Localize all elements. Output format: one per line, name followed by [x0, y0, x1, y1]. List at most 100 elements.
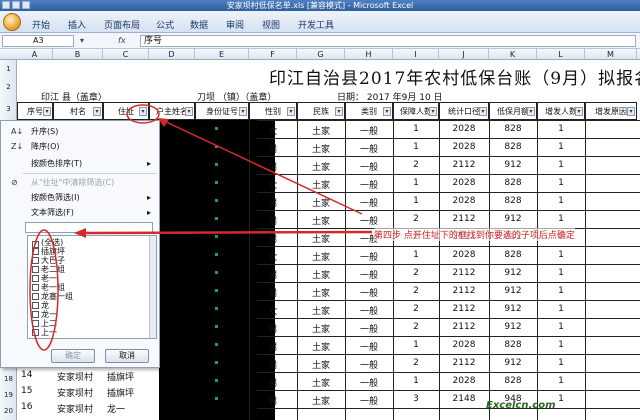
filter-list-item[interactable]: 插旗坪 — [32, 247, 65, 256]
cell-amt: 912 — [504, 214, 522, 224]
column-header[interactable]: B — [53, 49, 103, 60]
column-header[interactable]: A — [17, 49, 53, 60]
column-header[interactable]: J — [439, 49, 489, 60]
ok-button[interactable]: 确定 — [51, 349, 95, 363]
error-indicator-icon — [215, 379, 218, 382]
filter-dropdown-icon[interactable]: ▾ — [429, 107, 437, 116]
row-header[interactable]: 19 — [0, 391, 17, 399]
menu-filter-by-color[interactable]: 按颜色筛选(I) ▸ — [5, 191, 155, 204]
cell-nation: 土家 — [311, 271, 330, 281]
checkbox-icon[interactable] — [32, 293, 39, 300]
tab-developer[interactable]: 开发工具 — [298, 18, 334, 31]
cell-extra: 1 — [558, 196, 564, 206]
tab-insert[interactable]: 插入 — [68, 18, 86, 31]
cell-amt: 828 — [504, 124, 522, 134]
checkbox-icon[interactable] — [32, 248, 39, 255]
cell-addr: 龙一 — [107, 405, 126, 415]
row-header[interactable]: 20 — [0, 407, 17, 415]
row-header[interactable]: 2 — [0, 83, 17, 91]
cell-amt: 828 — [504, 142, 522, 152]
tab-formulas[interactable]: 公式 — [156, 18, 174, 31]
filter-list-item[interactable]: 老二组 — [32, 265, 65, 274]
filter-list-item[interactable]: 大巴子 — [32, 256, 65, 265]
tab-page-layout[interactable]: 页面布局 — [104, 18, 140, 31]
tab-data[interactable]: 数据 — [190, 18, 208, 31]
filter-dropdown-icon[interactable]: ▾ — [43, 107, 51, 116]
header-cell: 增发人数 ▾ — [537, 102, 585, 120]
header-label: 身份证号 — [206, 107, 238, 116]
cell-amt: 828 — [504, 376, 522, 386]
tab-view[interactable]: 视图 — [262, 18, 280, 31]
cell-num: 2 — [413, 160, 419, 170]
tab-home[interactable]: 开始 — [32, 18, 50, 31]
column-header[interactable]: G — [297, 49, 345, 60]
filter-value-list[interactable]: ✓ (全选) 插旗坪 大巴子 老二组 老一 老一组 龙塞一组龙龙一 上二 上一 — [27, 235, 157, 339]
cell-num: 3 — [413, 394, 419, 404]
filter-dropdown-icon[interactable]: ▾ — [93, 107, 101, 116]
filter-dropdown-icon[interactable]: ▾ — [527, 107, 535, 116]
filter-dropdown-icon[interactable]: ▾ — [627, 107, 635, 116]
row-header[interactable]: 18 — [0, 375, 17, 383]
column-header[interactable]: M — [585, 49, 637, 60]
dropdown-arrow-icon[interactable]: ▾ — [80, 36, 84, 45]
submenu-arrow-icon: ▸ — [146, 193, 151, 202]
filter-dropdown-icon[interactable]: ▾ — [383, 107, 391, 116]
row-header[interactable]: 1 — [0, 65, 17, 73]
header-cell: 类别 ▾ — [345, 102, 393, 120]
error-indicator-icon — [215, 271, 218, 274]
filter-dropdown-icon[interactable]: ▾ — [479, 107, 487, 116]
checkbox-icon[interactable] — [32, 302, 39, 309]
filter-dropdown-icon[interactable]: ▾ — [239, 107, 247, 116]
filter-list-item[interactable]: 龙 — [32, 301, 49, 310]
filter-list-item[interactable]: 上二 — [32, 319, 57, 328]
column-header[interactable]: L — [537, 49, 585, 60]
filter-list-item[interactable]: ✓ (全选) — [32, 238, 63, 248]
checkbox-icon[interactable] — [32, 311, 39, 318]
column-header[interactable]: K — [489, 49, 537, 60]
menu-sort-descending[interactable]: Z↓ 降序(O) — [5, 140, 155, 153]
filter-list-item[interactable]: 老一组 — [32, 283, 65, 292]
menu-text-filters[interactable]: 文本筛选(F) ▸ — [5, 206, 155, 219]
checkbox-icon[interactable] — [32, 329, 39, 336]
list-scrollbar[interactable] — [149, 236, 156, 338]
column-header[interactable]: F — [249, 49, 297, 60]
cancel-button[interactable]: 取消 — [105, 349, 149, 363]
cell-num: 1 — [413, 340, 419, 350]
row-header[interactable]: 3 — [0, 105, 17, 113]
header-cell: 住址 ▾ — [103, 102, 149, 120]
filter-list-item[interactable]: 龙塞一组 — [32, 292, 73, 301]
office-button-icon[interactable] — [3, 13, 21, 31]
formula-input[interactable]: 序号 — [140, 35, 636, 47]
checkbox-icon[interactable] — [32, 266, 39, 273]
column-header[interactable]: C — [103, 49, 149, 60]
grid-line — [257, 336, 640, 337]
cell-extra: 1 — [558, 376, 564, 386]
menu-sort-ascending[interactable]: A↓ 升序(S) — [5, 125, 155, 138]
grid-line — [257, 318, 640, 319]
filter-dropdown-icon[interactable]: ▾ — [575, 107, 583, 116]
tab-review[interactable]: 审阅 — [226, 18, 244, 31]
filter-list-item[interactable]: 上一 — [32, 328, 57, 337]
column-header[interactable]: I — [393, 49, 439, 60]
header-cell: 身份证号 ▾ — [195, 102, 249, 120]
filter-list-item[interactable]: 龙一 — [32, 310, 57, 319]
column-header[interactable]: E — [195, 49, 249, 60]
filter-dropdown-icon[interactable]: ▾ — [139, 107, 147, 116]
filter-list-item[interactable]: 老一 — [32, 274, 57, 283]
filter-dropdown-icon[interactable]: ▾ — [335, 107, 343, 116]
checkbox-icon[interactable] — [32, 284, 39, 291]
function-icon[interactable]: fx — [118, 36, 126, 45]
filter-dropdown-icon[interactable]: ▾ — [185, 107, 193, 116]
menu-sort-by-color[interactable]: 按颜色排序(T) ▸ — [5, 157, 155, 170]
column-header[interactable]: D — [149, 49, 195, 60]
checkbox-icon[interactable] — [32, 257, 39, 264]
cell-extra: 1 — [558, 178, 564, 188]
cell-num: 2 — [413, 304, 419, 314]
name-box[interactable]: A3 — [2, 35, 74, 47]
filter-dropdown-icon[interactable]: ▾ — [287, 107, 295, 116]
checkbox-icon[interactable] — [32, 275, 39, 282]
column-header[interactable]: H — [345, 49, 393, 60]
sheet-title: 印江自治县2017年农村低保台账（9月）拟报名单 — [269, 69, 640, 89]
filter-search-input[interactable] — [25, 222, 153, 233]
checkbox-icon[interactable] — [32, 320, 39, 327]
